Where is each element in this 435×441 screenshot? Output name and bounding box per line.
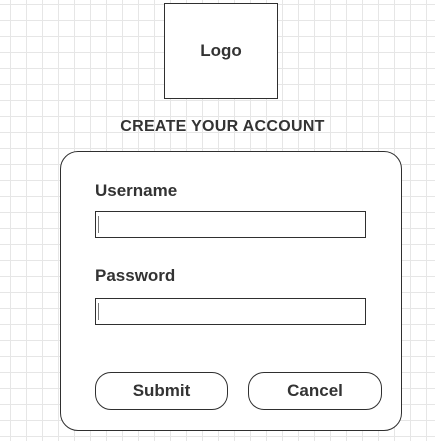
- password-label: Password: [95, 266, 176, 285]
- cancel-button[interactable]: Cancel: [248, 372, 382, 410]
- username-input[interactable]: [95, 211, 366, 238]
- logo-placeholder: Logo: [164, 3, 278, 99]
- page-title: CREATE YOUR ACCOUNT: [120, 118, 325, 135]
- username-label: Username: [95, 181, 178, 200]
- password-input[interactable]: [95, 298, 366, 325]
- account-form: Username Password Submit Cancel: [60, 151, 402, 431]
- submit-button[interactable]: Submit: [95, 372, 228, 410]
- logo-label: Logo: [200, 41, 242, 60]
